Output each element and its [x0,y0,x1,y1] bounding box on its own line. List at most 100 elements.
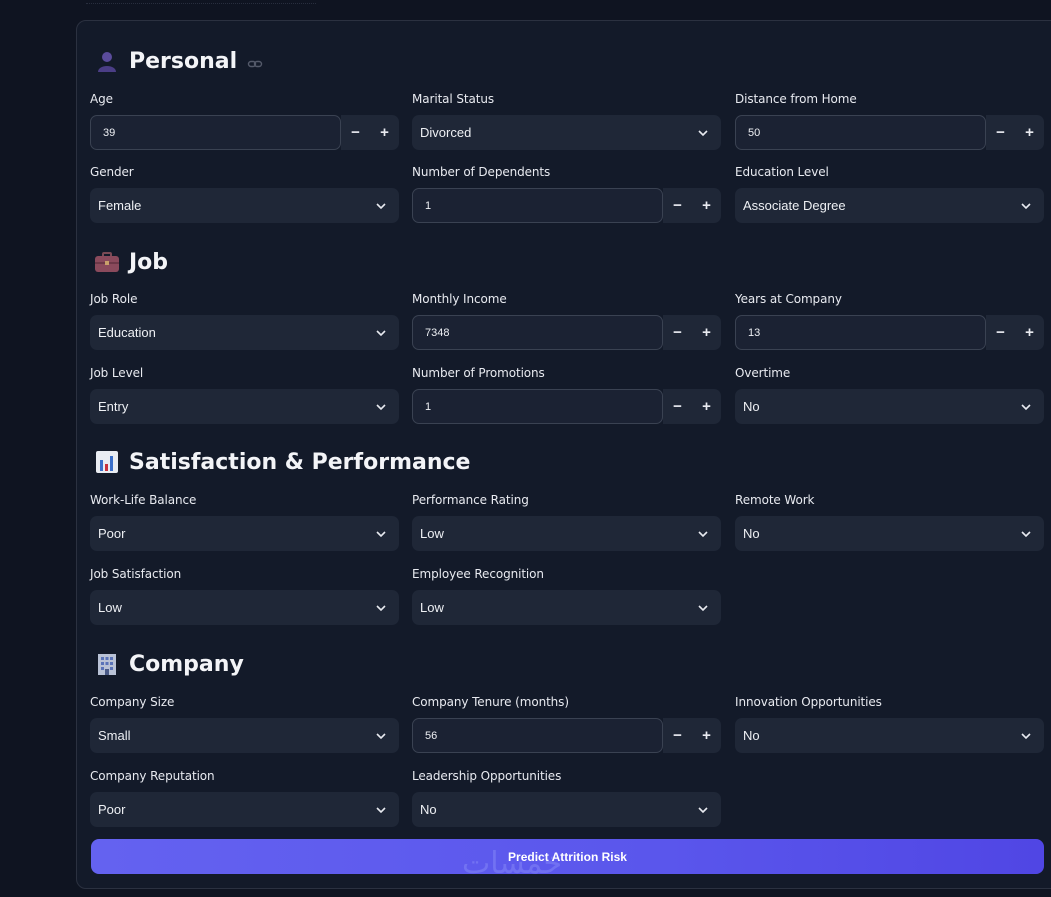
job-level-select[interactable]: Entry [90,389,399,424]
field-company-reputation: Company Reputation Poor [90,768,399,827]
promotions-stepper: − + [663,389,721,424]
prediction-form: Personal Age − + Marital Status Divorced… [76,20,1051,889]
remote-work-select[interactable]: No [735,516,1044,551]
increment-button[interactable]: + [692,718,721,753]
watermark: خمسات [462,846,563,881]
gender-select[interactable]: Female [90,188,399,223]
company-reputation-select[interactable]: Poor [90,792,399,827]
innovation-select[interactable]: No [735,718,1044,753]
work-life-balance-value: Poor [98,526,126,541]
age-input[interactable] [90,115,341,150]
decrement-button[interactable]: − [663,188,692,223]
work-life-balance-label: Work-Life Balance [90,493,197,507]
remote-work-value: No [743,526,760,541]
field-innovation: Innovation Opportunities No [735,694,1044,753]
company-reputation-label: Company Reputation [90,769,215,783]
job-level-label: Job Level [90,366,144,380]
chevron-down-icon [376,202,386,209]
distance-stepper: − + [986,115,1044,150]
company-size-select[interactable]: Small [90,718,399,753]
monthly-income-number-input: − + [412,315,721,350]
age-label: Age [90,92,113,106]
promotions-input[interactable] [412,389,663,424]
years-at-company-input[interactable] [735,315,986,350]
decrement-button[interactable]: − [986,315,1015,350]
chevron-down-icon [1021,732,1031,739]
field-years-at-company: Years at Company − + [735,291,1044,350]
predict-attrition-button[interactable]: Predict Attrition Risk [91,839,1044,874]
increment-button[interactable]: + [370,115,399,150]
field-monthly-income: Monthly Income − + [412,291,721,350]
age-number-input: − + [90,115,399,150]
company-tenure-stepper: − + [663,718,721,753]
leadership-value: No [420,802,437,817]
increment-button[interactable]: + [1015,315,1044,350]
company-tenure-number-input: − + [412,718,721,753]
monthly-income-label: Monthly Income [412,292,507,306]
education-label: Education Level [735,165,829,179]
dependents-stepper: − + [663,188,721,223]
briefcase-icon [94,249,120,275]
job-role-value: Education [98,325,156,340]
dependents-input[interactable] [412,188,663,223]
job-satisfaction-select[interactable]: Low [90,590,399,625]
field-employee-recognition: Employee Recognition Low [412,566,721,625]
education-value: Associate Degree [743,198,846,213]
increment-button[interactable]: + [692,389,721,424]
increment-button[interactable]: + [1015,115,1044,150]
performance-rating-select[interactable]: Low [412,516,721,551]
employee-recognition-select[interactable]: Low [412,590,721,625]
job-role-select[interactable]: Education [90,315,399,350]
remote-work-label: Remote Work [735,493,815,507]
increment-button[interactable]: + [692,315,721,350]
decrement-button[interactable]: − [663,389,692,424]
marital-status-label: Marital Status [412,92,495,106]
field-gender: Gender Female [90,164,399,223]
section-header-satisfaction: Satisfaction & Performance [94,447,470,477]
work-life-balance-select[interactable]: Poor [90,516,399,551]
gender-label: Gender [90,165,134,179]
field-remote-work: Remote Work No [735,492,1044,551]
chevron-down-icon [1021,403,1031,410]
chevron-down-icon [698,604,708,611]
link-icon[interactable] [247,53,263,69]
years-at-company-label: Years at Company [735,292,842,306]
section-header-personal: Personal [94,46,263,76]
monthly-income-input[interactable] [412,315,663,350]
monthly-income-stepper: − + [663,315,721,350]
field-work-life-balance: Work-Life Balance Poor [90,492,399,551]
dependents-label: Number of Dependents [412,165,551,179]
section-header-job: Job [94,247,168,277]
section-title-job: Job [129,249,169,275]
decrement-button[interactable]: − [663,718,692,753]
leadership-select[interactable]: No [412,792,721,827]
chevron-down-icon [698,806,708,813]
job-satisfaction-value: Low [98,600,122,615]
top-divider [86,0,316,4]
field-distance: Distance from Home − + [735,91,1044,150]
field-performance-rating: Performance Rating Low [412,492,721,551]
dependents-number-input: − + [412,188,721,223]
decrement-button[interactable]: − [341,115,370,150]
marital-status-select[interactable]: Divorced [412,115,721,150]
field-marital-status: Marital Status Divorced [412,91,721,150]
distance-number-input: − + [735,115,1044,150]
chevron-down-icon [1021,202,1031,209]
bar-chart-icon [94,449,120,475]
employee-recognition-label: Employee Recognition [412,567,544,581]
leadership-label: Leadership Opportunities [412,769,562,783]
person-icon [94,48,120,74]
decrement-button[interactable]: − [663,315,692,350]
marital-status-value: Divorced [420,125,472,140]
company-size-value: Small [98,728,131,743]
company-tenure-input[interactable] [412,718,663,753]
overtime-select[interactable]: No [735,389,1044,424]
office-building-icon [94,651,120,677]
increment-button[interactable]: + [692,188,721,223]
overtime-label: Overtime [735,366,791,380]
overtime-value: No [743,399,760,414]
education-select[interactable]: Associate Degree [735,188,1044,223]
decrement-button[interactable]: − [986,115,1015,150]
distance-input[interactable] [735,115,986,150]
gender-value: Female [98,198,142,213]
